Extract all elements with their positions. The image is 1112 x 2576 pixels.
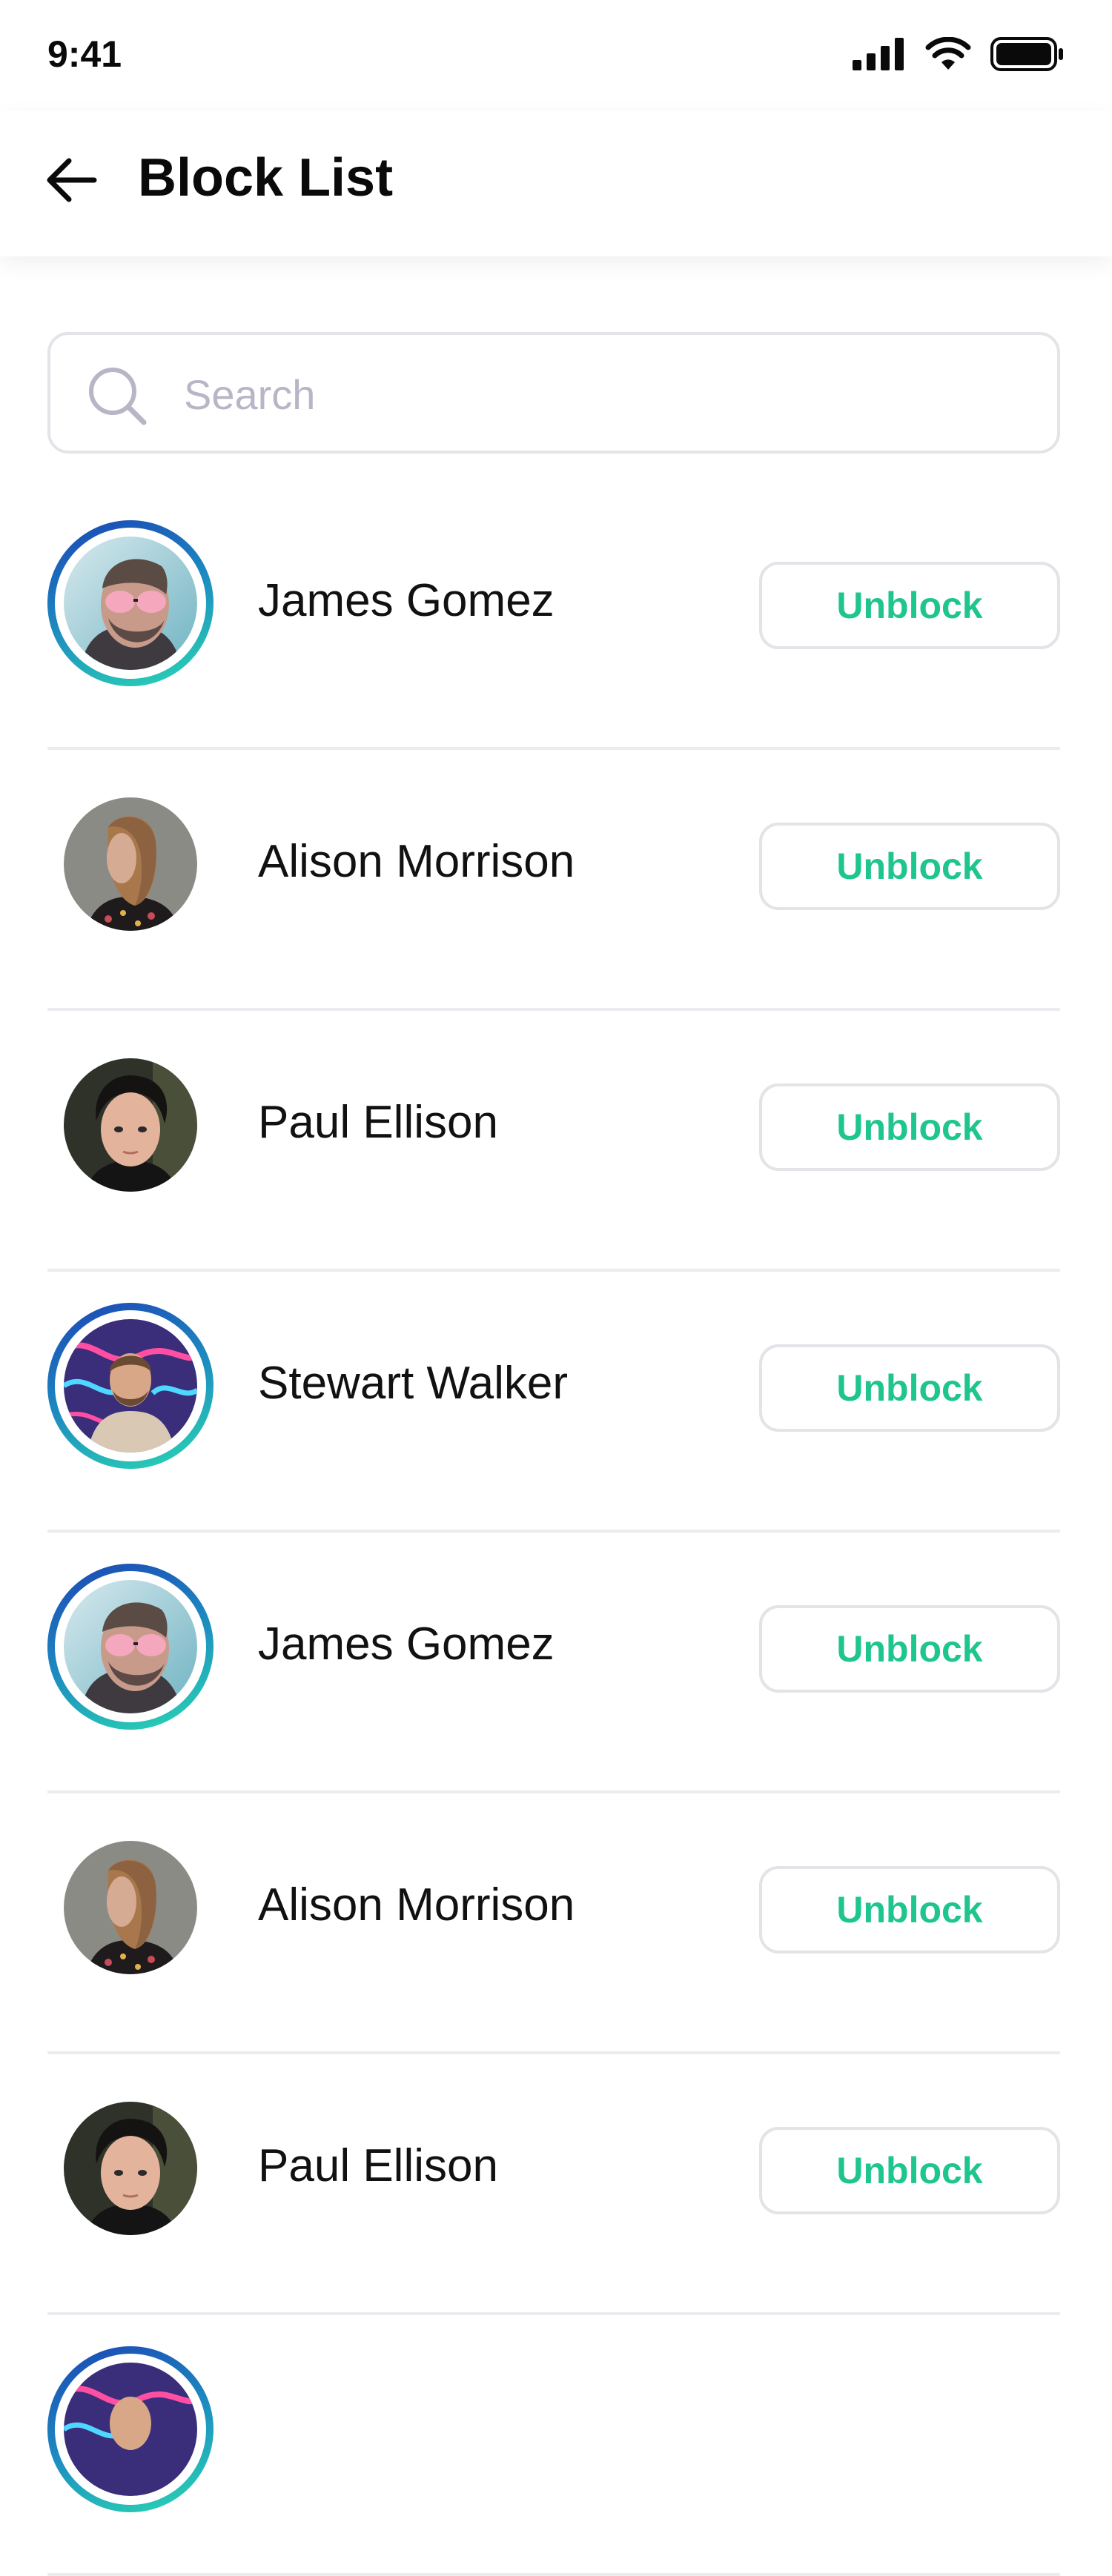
avatar-container (47, 1825, 214, 1991)
person-name: James Gomez (258, 575, 555, 626)
avatar[interactable] (64, 1580, 197, 1713)
unblock-button[interactable]: Unblock (759, 2127, 1060, 2214)
unblock-button[interactable]: Unblock (759, 1344, 1060, 1432)
list-item: Alison Morrison Unblock (47, 750, 1060, 1011)
page-title: Block List (138, 148, 394, 208)
avatar[interactable] (64, 537, 197, 670)
list-item: James Gomez Unblock (47, 489, 1060, 750)
wifi-icon (925, 36, 971, 75)
list-item: Paul Ellison Unblock (47, 1011, 1060, 1272)
avatar[interactable] (64, 1841, 197, 1974)
story-ring (47, 1303, 214, 1469)
unblock-button[interactable]: Unblock (759, 823, 1060, 910)
list-item (47, 2315, 1060, 2576)
unblock-button[interactable]: Unblock (759, 1605, 1060, 1693)
person-name: Alison Morrison (258, 836, 575, 887)
person-name: Alison Morrison (258, 1879, 575, 1931)
unblock-button[interactable]: Unblock (759, 562, 1060, 649)
status-icons (853, 36, 1065, 75)
avatar[interactable] (64, 1319, 197, 1453)
list-item: Alison Morrison Unblock (47, 1793, 1060, 2054)
unblock-button[interactable]: Unblock (759, 1083, 1060, 1171)
avatar[interactable] (64, 1058, 197, 1192)
list-item: Stewart Walker Unblock (47, 1272, 1060, 1533)
story-ring (47, 520, 214, 686)
person-name: James Gomez (258, 1619, 555, 1670)
arrow-left-icon (45, 156, 99, 208)
battery-icon (990, 37, 1065, 75)
person-name: Stewart Walker (258, 1358, 569, 1409)
search-input[interactable] (182, 353, 1030, 436)
status-time: 9:41 (47, 33, 122, 75)
status-bar: 9:41 (0, 0, 1112, 111)
cellular-signal-icon (853, 38, 906, 74)
blocked-users-list: James Gomez Unblock Alison Morrison Unbl… (47, 489, 1060, 2576)
story-ring (47, 1564, 214, 1730)
avatar-container (47, 2085, 214, 2251)
search-box[interactable] (47, 332, 1060, 454)
list-item: James Gomez Unblock (47, 1533, 1060, 1793)
list-item: Paul Ellison Unblock (47, 2054, 1060, 2315)
back-button[interactable] (39, 148, 105, 215)
avatar[interactable] (64, 797, 197, 931)
avatar[interactable] (64, 2363, 197, 2496)
avatar[interactable] (64, 2102, 197, 2235)
avatar-container (47, 1042, 214, 1208)
search-icon (85, 363, 150, 428)
story-ring (47, 2346, 214, 2512)
top-app-bar: Block List (0, 111, 1112, 256)
person-name: Paul Ellison (258, 2140, 498, 2191)
avatar-container (47, 781, 214, 947)
person-name: Paul Ellison (258, 1097, 498, 1148)
unblock-button[interactable]: Unblock (759, 1866, 1060, 1953)
